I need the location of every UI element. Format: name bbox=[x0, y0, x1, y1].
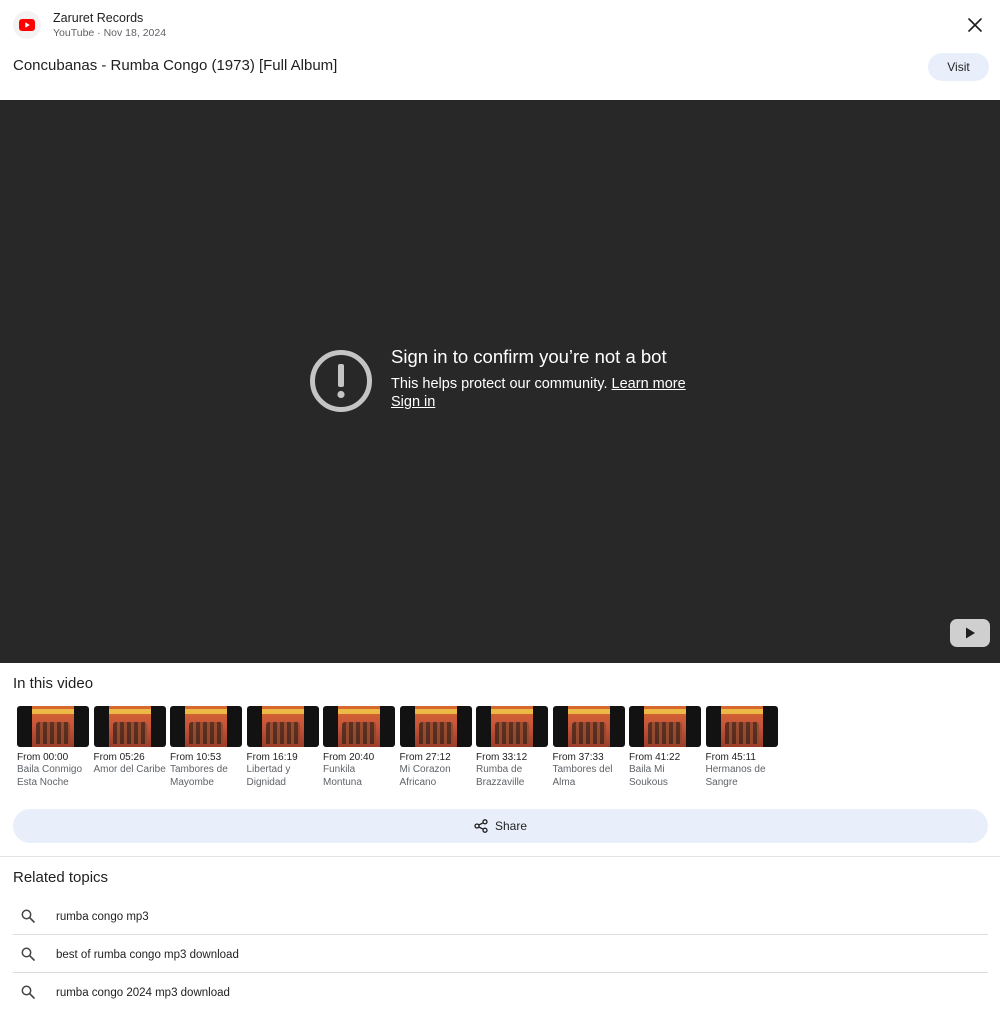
youtube-play-icon bbox=[966, 627, 975, 639]
bot-check-body: This helps protect our community. bbox=[391, 376, 608, 392]
bot-check-heading: Sign in to confirm you’re not a bot bbox=[391, 346, 667, 367]
related-topic-item[interactable]: rumba congo mp3 bbox=[13, 897, 988, 935]
chapter-time: From 45:11 bbox=[705, 752, 756, 763]
chapter-name: Hermanos de Sangre bbox=[705, 764, 766, 788]
visit-button[interactable]: Visit bbox=[928, 53, 989, 81]
share-label: Share bbox=[494, 819, 528, 833]
chapter-item[interactable]: From 37:33 Tambores del Alma bbox=[552, 706, 626, 789]
youtube-play-button[interactable] bbox=[950, 619, 990, 647]
chapters-list: From 00:00 Baila Conmigo Esta Noche From… bbox=[17, 706, 817, 796]
chapter-thumbnail bbox=[705, 706, 778, 747]
search-icon bbox=[21, 947, 35, 961]
header: Zaruret Records YouTube · Nov 18, 2024 C… bbox=[0, 0, 1000, 100]
chapter-item[interactable]: From 00:00 Baila Conmigo Esta Noche bbox=[17, 706, 90, 789]
chapter-item[interactable]: From 27:12 Mi Corazon Africano bbox=[399, 706, 473, 789]
chapter-name: Amor del Caribe bbox=[93, 764, 166, 775]
chapter-thumbnail bbox=[552, 706, 625, 747]
chapter-time: From 16:19 bbox=[246, 752, 298, 763]
related-topic-label: rumba congo mp3 bbox=[56, 911, 149, 923]
close-button[interactable] bbox=[962, 12, 988, 38]
chapter-time: From 10:53 bbox=[170, 752, 222, 763]
chapter-time: From 41:22 bbox=[629, 752, 681, 763]
chapter-thumbnail bbox=[629, 706, 701, 747]
chapters-title: In this video bbox=[13, 675, 94, 692]
related-topic-item[interactable]: best of rumba congo mp3 download bbox=[13, 935, 988, 973]
youtube-logo-icon[interactable] bbox=[13, 11, 41, 39]
search-icon bbox=[21, 985, 35, 999]
chapter-name: Tambores del Alma bbox=[552, 764, 613, 788]
search-icon bbox=[21, 909, 35, 923]
chapter-name: Tambores de Mayombe bbox=[170, 764, 228, 788]
close-icon bbox=[968, 18, 982, 32]
chapter-thumbnail bbox=[170, 706, 242, 747]
chapter-item[interactable]: From 33:12 Rumba de Brazzaville bbox=[476, 706, 549, 789]
share-icon bbox=[474, 819, 488, 833]
chapter-name: Baila Mi Soukous bbox=[629, 764, 668, 788]
channel-name[interactable]: Zaruret Records bbox=[53, 11, 143, 25]
section-divider bbox=[0, 856, 1000, 857]
bot-check-message: This helps protect our community. Learn … bbox=[391, 376, 686, 392]
video-title: Concubanas - Rumba Congo (1973) [Full Al… bbox=[13, 57, 338, 74]
chapter-item[interactable]: From 45:11 Hermanos de Sangre bbox=[705, 706, 779, 789]
related-topic-label: best of rumba congo mp3 download bbox=[56, 949, 239, 961]
related-topic-label: rumba congo 2024 mp3 download bbox=[56, 987, 230, 999]
chapter-time: From 27:12 bbox=[399, 752, 451, 763]
chapter-thumbnail bbox=[93, 706, 166, 747]
chapter-time: From 37:33 bbox=[552, 752, 604, 763]
share-button[interactable]: Share bbox=[13, 809, 988, 843]
chapter-time: From 20:40 bbox=[323, 752, 375, 763]
chapter-time: From 05:26 bbox=[93, 752, 145, 763]
chapter-name: Libertad y Dignidad bbox=[246, 764, 291, 788]
chapter-thumbnail bbox=[323, 706, 395, 747]
exclamation-circle-icon bbox=[310, 350, 372, 412]
chapter-thumbnail bbox=[246, 706, 319, 747]
chapter-item[interactable]: From 10:53 Tambores de Mayombe bbox=[170, 706, 243, 789]
related-topic-item[interactable]: rumba congo 2024 mp3 download bbox=[13, 973, 988, 1011]
learn-more-link[interactable]: Learn more bbox=[612, 376, 686, 392]
channel-meta: YouTube · Nov 18, 2024 bbox=[53, 27, 167, 39]
chapter-item[interactable]: From 20:40 Funkila Montuna bbox=[323, 706, 396, 789]
sign-in-link[interactable]: Sign in bbox=[391, 394, 435, 410]
chapter-item[interactable]: From 16:19 Libertad y Dignidad bbox=[246, 706, 320, 789]
chapter-item[interactable]: From 05:26 Amor del Caribe bbox=[93, 706, 167, 777]
chapter-time: From 00:00 bbox=[17, 752, 69, 763]
video-player[interactable]: Sign in to confirm you’re not a bot This… bbox=[0, 100, 1000, 663]
chapter-name: Baila Conmigo Esta Noche bbox=[17, 764, 83, 788]
chapter-name: Rumba de Brazzaville bbox=[476, 764, 525, 788]
chapter-name: Mi Corazon Africano bbox=[399, 764, 451, 788]
related-topics-title: Related topics bbox=[13, 869, 109, 886]
chapter-item[interactable]: From 41:22 Baila Mi Soukous bbox=[629, 706, 702, 789]
chapter-thumbnail bbox=[399, 706, 472, 747]
chapter-time: From 33:12 bbox=[476, 752, 528, 763]
chapter-thumbnail bbox=[476, 706, 548, 747]
chapter-thumbnail bbox=[17, 706, 89, 747]
chapter-name: Funkila Montuna bbox=[323, 764, 362, 788]
